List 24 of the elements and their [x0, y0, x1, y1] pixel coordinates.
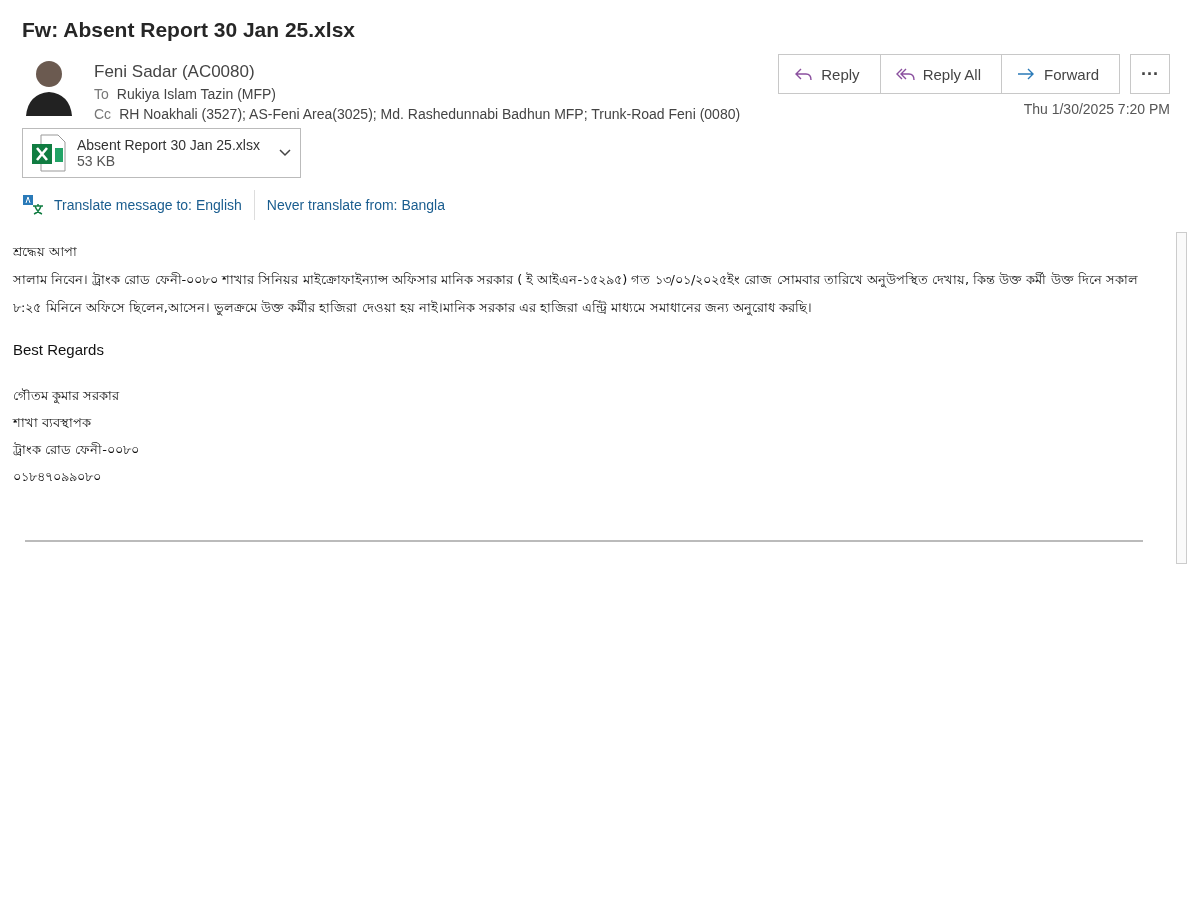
signature-line: শাখা ব্যবস্থাপক [13, 414, 93, 432]
greeting: শ্রদ্ধেয় আপা [13, 243, 79, 261]
recipient: Rukiya Islam Tazin (MFP) [116, 86, 276, 102]
chevron-down-icon[interactable] [277, 148, 292, 158]
cc-recipients: RH Noakhali (3527); AS-Feni Area(3025); Md. Rashedunnabi Badhun MFP; Trunk-Road Feni (0080) [119, 106, 741, 122]
email-subject: Fw: Absent Report 30 Jan 25.xlsx [22, 18, 356, 42]
cc-label: Cc [94, 106, 112, 122]
signature-line: গৌতম কুমার সরকার [13, 387, 121, 406]
signature-line: ০১৮৪৭০৯৯০৮০ [13, 468, 102, 486]
translate-link[interactable]: Translate message to: English [54, 197, 242, 213]
translate-icon [22, 194, 44, 216]
sender-name: Feni Sadar (AC0080) [94, 62, 256, 82]
attachment-card[interactable]: Absent Report 30 Jan 25.xlsx 53 KB [22, 128, 301, 178]
signature-line: ট্রাংক রোড ফেনী-০০৮০ [13, 441, 140, 459]
attachment-size: 53 KB [77, 153, 117, 169]
closing: Best Regards [13, 340, 105, 360]
sent-date: Thu 1/30/2025 7:20 PM [1023, 101, 1170, 117]
message-paragraph: সালাম নিবেন। ট্রাংক রোড ফেনী-০০৮০ শাখার সিনিয়র মাইক্রোফাইন্যান্স অফিসার মানিক সরকার ( ই আইএন-১৫২৯৫) গত ১৩/০১/২০২৫ইং রোজ সোমবার তারিখে অনুউপস্থিত দেখায়, কিন্ত উক্ত কর্মী উক্ত দিনে সকাল ৮:২৫ মিনিনে অফিসে ছিলেন,আসেন। ভুলক্রমে উক্ত কর্মীর হাজিরা দেওয়া হয় নাই।মানিক সরকার এর হাজিরা এন্ট্রি মাধ্যমে সমাধানের জন্য অনুরোধ করছি। [13, 271, 1139, 318]
scrollbar[interactable] [1176, 232, 1187, 564]
attachment-name: Absent Report 30 Jan 25.xlsx [77, 137, 260, 153]
spreadsheet-file-icon [31, 134, 67, 172]
never-translate-link[interactable]: Never translate from: Bangla [266, 197, 445, 213]
to-label: To [94, 86, 109, 102]
more-button[interactable]: ··· [1130, 54, 1170, 94]
